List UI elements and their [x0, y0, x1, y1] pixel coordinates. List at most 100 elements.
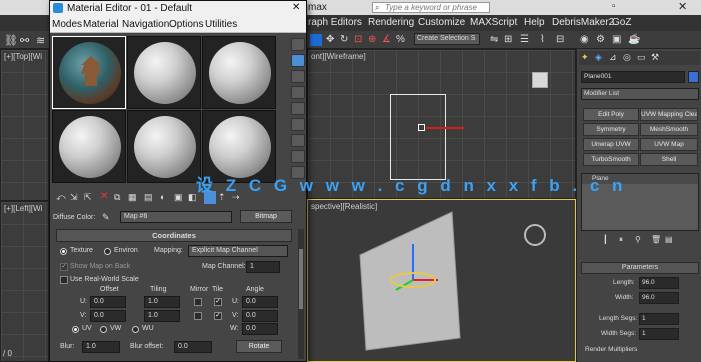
v-offset-field[interactable]: 0.0	[90, 310, 126, 322]
move-icon[interactable]: ✥	[326, 34, 334, 45]
snap-icon[interactable]: ⊕	[368, 34, 376, 45]
put-to-library-icon[interactable]: ▤	[144, 192, 153, 203]
make-unique-icon[interactable]: ▦	[128, 192, 137, 203]
hierarchy-tab-icon[interactable]: ⊿	[609, 52, 617, 63]
motion-tab-icon[interactable]: ◎	[623, 52, 631, 63]
utilities-tab-icon[interactable]: ⚒	[651, 52, 659, 63]
material-editor-icon[interactable]: ◉	[580, 34, 589, 45]
menu-navigation[interactable]: Navigation	[122, 19, 169, 30]
sample-slot-4[interactable]	[52, 110, 126, 183]
pin-stack-icon[interactable]: ┃	[603, 235, 608, 244]
sample-slot-5[interactable]	[127, 110, 201, 183]
blur-field[interactable]: 1.0	[82, 341, 120, 353]
render-frame-icon[interactable]: ▣	[612, 34, 621, 45]
selection-set-dropdown[interactable]: Create Selection S	[414, 33, 480, 45]
uvw-map-button[interactable]: UVW Map	[640, 138, 698, 151]
menu-material[interactable]: Material	[83, 19, 119, 30]
environ-radio[interactable]	[104, 248, 111, 255]
remove-modifier-icon[interactable]: 🗑	[651, 235, 661, 244]
texture-radio[interactable]	[60, 248, 67, 255]
render-icon[interactable]: ☕	[628, 34, 640, 45]
width-field[interactable]: 96.0	[639, 292, 679, 304]
viewcube[interactable]	[532, 72, 548, 88]
close-icon[interactable]: ✕	[678, 0, 687, 13]
curve-editor-icon[interactable]: ⌇	[540, 34, 545, 45]
sample-type-icon[interactable]	[291, 38, 305, 51]
scale-icon[interactable]: ⊡	[354, 34, 362, 45]
link-icon[interactable]: ⛓	[4, 34, 18, 47]
blur-offset-field[interactable]: 0.0	[174, 341, 212, 353]
options-icon[interactable]	[291, 134, 305, 147]
render-setup-icon[interactable]: ⚙	[596, 34, 605, 45]
width-segs-field[interactable]: 1	[639, 328, 679, 340]
w-angle-field[interactable]: 0.0	[242, 323, 278, 335]
sample-slot-1[interactable]	[52, 36, 126, 109]
reset-map-icon[interactable]: ✕	[100, 191, 108, 202]
configure-sets-icon[interactable]: ▤	[665, 235, 673, 244]
uv-radio[interactable]	[72, 326, 79, 333]
menu-goz[interactable]: GoZ	[612, 17, 631, 28]
viewport-perspective[interactable]: spective][Realistic]	[307, 199, 576, 362]
background-icon[interactable]	[291, 70, 305, 83]
mirror-icon[interactable]: ⇋	[490, 34, 498, 45]
eyedropper-icon[interactable]: ✎	[102, 212, 110, 223]
create-tab-icon[interactable]: ✦	[581, 52, 589, 63]
schematic-icon[interactable]: ⊟	[556, 34, 564, 45]
menu-modes[interactable]: Modes	[52, 19, 82, 30]
make-unique-icon[interactable]: ⚲	[635, 235, 641, 244]
select-tool-icon[interactable]	[310, 34, 322, 46]
search-box[interactable]: Type a keyword or phrase ⌕	[372, 2, 490, 13]
menu-debrismaker2[interactable]: DebrisMaker2	[552, 17, 614, 28]
copy-material-icon[interactable]: ⧉	[114, 192, 120, 203]
sample-uv-tiling-icon[interactable]	[291, 86, 305, 99]
symmetry-button[interactable]: Symmetry	[583, 123, 639, 136]
wu-radio[interactable]	[132, 326, 139, 333]
select-by-material-icon[interactable]	[291, 150, 305, 163]
viewport-left[interactable]: [+][Left][Wi / 0	[0, 201, 49, 362]
align-icon[interactable]: ⊞	[504, 34, 512, 45]
u-mirror-checkbox[interactable]	[194, 298, 202, 306]
percent-snap-icon[interactable]: %	[396, 34, 405, 45]
mapping-dropdown[interactable]: Explicit Map Channel	[188, 245, 288, 257]
modify-tab-icon[interactable]: ◈	[595, 52, 602, 63]
rotate-button[interactable]: Rotate	[236, 340, 282, 353]
menu-customize[interactable]: Customize	[418, 17, 465, 28]
v-tiling-field[interactable]: 1.0	[144, 310, 180, 322]
object-color-swatch[interactable]	[688, 71, 699, 83]
angle-snap-icon[interactable]: ∡	[382, 34, 391, 45]
show-end-result-icon[interactable]: ⏸	[619, 235, 623, 245]
backlight-icon[interactable]	[291, 54, 305, 67]
menu-rendering[interactable]: Rendering	[368, 17, 414, 28]
sample-slot-3[interactable]	[202, 36, 276, 109]
menu-graph-editors[interactable]: raph Editors	[308, 17, 362, 28]
coordinates-rollout-header[interactable]: Coordinates	[56, 229, 292, 242]
real-world-scale-checkbox[interactable]	[60, 276, 68, 284]
material-editor-close-icon[interactable]: ✕	[292, 2, 300, 13]
u-tile-checkbox[interactable]: ✓	[214, 298, 222, 306]
bind-icon[interactable]: ≋	[36, 34, 45, 47]
material-editor-scrollbar[interactable]	[298, 229, 304, 359]
layer-icon[interactable]: ☰	[520, 34, 529, 45]
perspective-viewcube[interactable]	[524, 224, 546, 246]
put-to-scene-icon[interactable]: ⇱	[84, 192, 92, 203]
show-map-on-back-checkbox[interactable]: ✓	[60, 263, 68, 271]
unwrap-uvw-button[interactable]: Unwrap UVW	[583, 138, 639, 151]
map-type-button[interactable]: Bitmap	[240, 210, 292, 223]
make-preview-icon[interactable]	[291, 118, 305, 131]
length-field[interactable]: 96.0	[639, 277, 679, 289]
parameters-rollout[interactable]: Parameters	[581, 262, 699, 274]
modifier-list-dropdown[interactable]: Modifier List	[581, 88, 699, 100]
rotate-icon[interactable]: ↻	[340, 34, 348, 45]
assign-material-icon[interactable]: ⇲	[70, 192, 78, 203]
show-map-icon[interactable]: ▣	[174, 192, 183, 203]
v-mirror-checkbox[interactable]	[194, 312, 202, 320]
map-name-dropdown[interactable]: Map #6	[120, 211, 232, 223]
menu-help[interactable]: Help	[524, 17, 545, 28]
shell-button[interactable]: Shell	[640, 153, 698, 166]
v-angle-field[interactable]: 0.0	[242, 310, 278, 322]
length-segs-field[interactable]: 1	[639, 313, 679, 325]
menu-utilities[interactable]: Utilities	[205, 19, 237, 30]
map-channel-field[interactable]: 1	[246, 261, 280, 273]
video-color-check-icon[interactable]	[291, 102, 305, 115]
viewport-top[interactable]: [+][Top][Wi	[0, 49, 49, 201]
